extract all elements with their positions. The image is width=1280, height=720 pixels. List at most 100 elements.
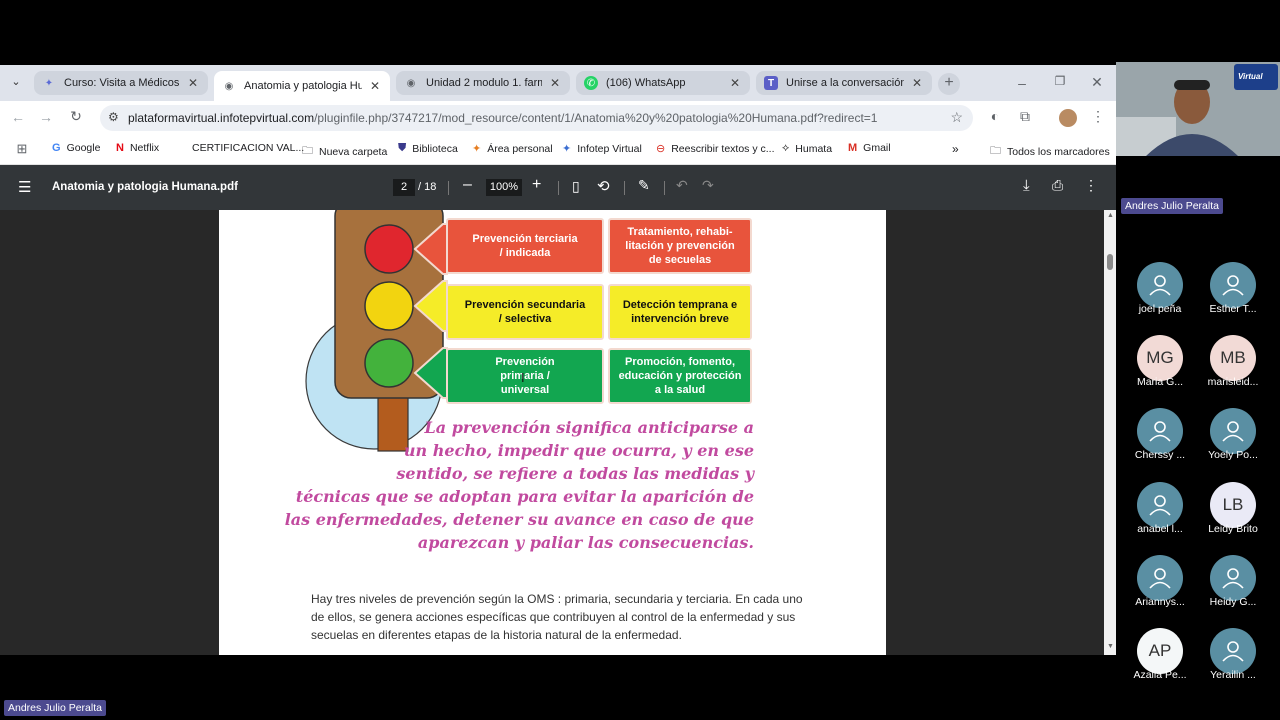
rotate-icon[interactable]: ⟲ [597, 177, 610, 195]
participant-name: Yerailin ... [1210, 669, 1256, 681]
address-bar[interactable]: ⚙ plataformavirtual.infotepvirtual.com/p… [100, 105, 973, 131]
quote-line: técnicas que se adoptan para evitar la a… [295, 487, 754, 506]
bookmark-infotep[interactable]: ✦ Infotep Virtual [562, 142, 642, 156]
tab-anatomia[interactable]: ◉ Anatomia y patologia Huma... ✕ [214, 71, 390, 101]
participant-avatar[interactable]: MB [1210, 335, 1256, 381]
scrollbar[interactable]: ▲ ▼ [1104, 210, 1116, 655]
humata-icon: ⟡ [782, 142, 790, 154]
participant-avatar[interactable] [1137, 555, 1183, 601]
close-icon[interactable]: ✕ [186, 76, 200, 90]
download-icon[interactable]: ⤓ [1023, 177, 1030, 194]
close-icon[interactable]: ✕ [368, 79, 382, 93]
close-icon[interactable]: ✕ [728, 76, 742, 90]
tab-teams[interactable]: T Unirse a la conversación ✕ [756, 71, 932, 95]
scroll-up-icon[interactable]: ▲ [1107, 212, 1114, 219]
annotate-icon[interactable]: ✎ [638, 177, 650, 194]
participant-avatar[interactable]: AP [1137, 628, 1183, 674]
body-text-line: de ellos, se genera acciones específicas… [311, 610, 796, 624]
person-icon [1222, 421, 1244, 442]
participant-avatar[interactable] [1210, 408, 1256, 454]
participant-avatar[interactable] [1210, 628, 1256, 674]
participant-avatar[interactable]: LB [1210, 482, 1256, 528]
page-total: / 18 [418, 181, 437, 193]
participant-avatar[interactable] [1137, 482, 1183, 528]
scrollbar-thumb[interactable] [1107, 254, 1113, 270]
quote-line: un hecho, impedir que ocurra, y en ese [403, 441, 754, 460]
bookmark-biblioteca[interactable]: ⛊ Biblioteca [398, 142, 458, 155]
more-bookmarks-icon[interactable]: » [952, 142, 959, 156]
tab-search-icon[interactable]: ⌄ [6, 75, 26, 88]
participant-name: Heidy G... [1209, 596, 1257, 608]
globe-icon: ◉ [406, 77, 416, 89]
bookmark-nueva-carpeta[interactable]: 🗀 Nueva carpeta [302, 142, 387, 161]
primary-prevention-label: Prevención primaria / universal [446, 348, 604, 404]
tab-whatsapp[interactable]: ✆ (106) WhatsApp ✕ [576, 71, 750, 95]
extensions-icon[interactable]: ⧉ [1015, 108, 1035, 125]
participant-avatar[interactable]: MG [1137, 335, 1183, 381]
participant-avatar[interactable] [1137, 408, 1183, 454]
bookmark-reescribir[interactable]: ⊖ Reescribir textos y c... [656, 142, 775, 156]
all-bookmarks[interactable]: 🗀 Todos los marcadores [990, 142, 1110, 161]
restore-button[interactable]: ❐ [1050, 74, 1070, 88]
tertiary-prevention-label: Prevención terciaria / indicada [446, 218, 604, 274]
person-icon [1222, 641, 1244, 662]
minimize-button[interactable]: – [1012, 75, 1032, 91]
page-number-input[interactable]: 2 [393, 179, 415, 196]
close-icon[interactable]: ✕ [548, 76, 562, 90]
pdf-viewport[interactable]: Prevención terciaria / indicada Tratamie… [0, 210, 1116, 655]
star-icon[interactable]: ☆ [950, 109, 963, 126]
bookmark-area-personal[interactable]: ✦ Área personal [472, 142, 553, 156]
pdf-page: Prevención terciaria / indicada Tratamie… [219, 210, 886, 655]
netflix-icon: N [116, 142, 124, 154]
zoom-in-icon[interactable]: + [532, 176, 541, 194]
lens-icon[interactable]: ◐ [985, 108, 1005, 124]
virtual-logo: Virtual [1238, 72, 1263, 81]
new-tab-button[interactable]: + [938, 73, 960, 95]
browser-window: ⌄ ✦ Curso: Visita a Médicos VM ... ✕ ◉ A… [0, 65, 1116, 655]
person-icon [1222, 275, 1244, 296]
forward-button[interactable]: → [36, 109, 56, 125]
tab-strip: ⌄ ✦ Curso: Visita a Médicos VM ... ✕ ◉ A… [0, 65, 1116, 101]
bookmark-gmail[interactable]: M Gmail [848, 142, 891, 154]
gmail-icon: M [848, 142, 858, 154]
url-path: /pluginfile.php/3747217/mod_resource/con… [314, 111, 878, 125]
hamburger-menu-icon[interactable]: ☰ [18, 178, 31, 196]
divider [448, 181, 449, 195]
redo-icon[interactable]: ↷ [702, 177, 714, 194]
zoom-input[interactable]: 100% [486, 179, 522, 196]
participant-name: Cherssy ... [1134, 449, 1186, 461]
toolbar: ← → ↻ ⚙ plataformavirtual.infotepvirtual… [0, 101, 1116, 135]
undo-icon[interactable]: ↶ [676, 177, 688, 194]
participant-avatar[interactable] [1210, 262, 1256, 308]
bookmark-humata[interactable]: ⟡ Humata [782, 142, 832, 155]
tab-curso[interactable]: ✦ Curso: Visita a Médicos VM ... ✕ [34, 71, 208, 95]
bookmark-google[interactable]: G Google [52, 142, 100, 154]
apps-icon[interactable]: ⊞ [12, 141, 32, 157]
close-window-button[interactable]: ✕ [1087, 74, 1107, 91]
divider [664, 181, 665, 195]
bookmarks-bar: ⊞ G Google N Netflix CERTIFICACION VAL... … [0, 135, 1116, 165]
more-options-icon[interactable]: ⋮ [1084, 177, 1098, 194]
scroll-down-icon[interactable]: ▼ [1107, 643, 1114, 650]
whatsapp-icon: ✆ [584, 76, 598, 90]
divider [558, 181, 559, 195]
back-button[interactable]: ← [8, 109, 28, 125]
presenter-video[interactable]: Virtual [1116, 62, 1280, 156]
site-info-icon[interactable]: ⚙ [108, 110, 119, 124]
bookmark-certificacion[interactable]: CERTIFICACION VAL... [192, 142, 304, 154]
close-icon[interactable]: ✕ [910, 76, 924, 90]
participant-avatar[interactable] [1137, 262, 1183, 308]
reload-button[interactable]: ↻ [66, 108, 86, 125]
profile-avatar[interactable] [1059, 109, 1077, 127]
participant-avatar[interactable] [1210, 555, 1256, 601]
tab-unidad[interactable]: ◉ Unidad 2 modulo 1. farmaco... ✕ [396, 71, 570, 95]
primary-prevention-description: Promoción, fomento, educación y protecci… [608, 348, 752, 404]
google-icon: G [52, 142, 61, 154]
zoom-out-icon[interactable]: – [463, 176, 472, 194]
moodle-icon: ✦ [562, 143, 572, 155]
menu-icon[interactable]: ⋮ [1088, 108, 1108, 125]
speaker-name-tag: Andres Julio Peralta [4, 700, 106, 716]
bookmark-netflix[interactable]: N Netflix [116, 142, 159, 154]
print-icon[interactable]: ⎙ [1052, 177, 1063, 194]
fit-page-icon[interactable]: ▯ [572, 178, 580, 195]
